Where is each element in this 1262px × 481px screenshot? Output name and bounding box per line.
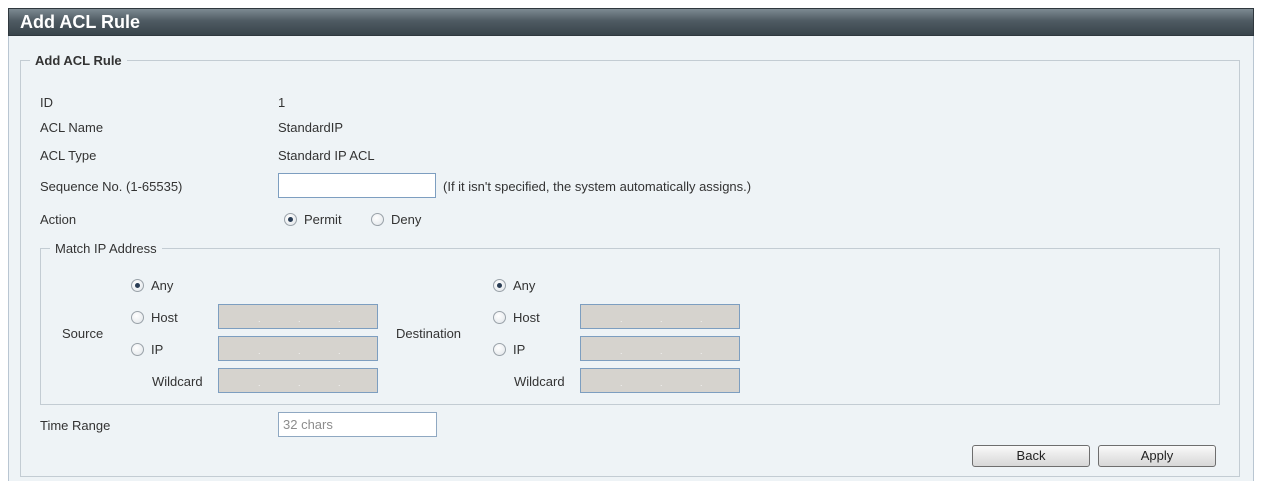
source-ip-radio[interactable] [131,343,144,356]
destination-wildcard-input[interactable]: ... [580,368,740,393]
source-wildcard-input[interactable]: ... [218,368,378,393]
source-host-label: Host [151,310,178,325]
action-permit-label: Permit [304,212,342,227]
destination-ip-label: IP [513,342,526,357]
time-range-label: Time Range [40,418,111,433]
id-label: ID [40,95,53,110]
time-range-input[interactable] [278,412,437,437]
destination-ip-radio[interactable] [493,343,506,356]
source-label: Source [62,326,104,341]
destination-host-radio[interactable] [493,311,506,324]
match-ip-legend: Match IP Address [55,241,157,256]
sequence-label: Sequence No. (1-65535) [40,179,183,194]
destination-wildcard-label: Wildcard [514,374,565,389]
source-host-radio[interactable] [131,311,144,324]
back-button[interactable]: Back [972,445,1090,467]
destination-label: Destination [396,326,462,341]
sequence-hint: (If it isn't specified, the system autom… [443,179,752,194]
acl-type-label: ACL Type [40,148,97,163]
acl-name-value: StandardIP [278,120,344,135]
acl-name-label: ACL Name [40,120,104,135]
destination-host-label: Host [513,310,540,325]
destination-any-label: Any [513,278,536,293]
action-deny-radio[interactable] [371,213,384,226]
title-bar: Add ACL Rule [8,8,1254,36]
page-title: Add ACL Rule [20,12,140,32]
source-any-label: Any [151,278,174,293]
action-permit-radio[interactable] [284,213,297,226]
action-deny-label: Deny [391,212,422,227]
destination-ip-input[interactable]: ... [580,336,740,361]
section-legend: Add ACL Rule [35,53,122,68]
source-host-ip-input[interactable]: ... [218,304,378,329]
source-ip-label: IP [151,342,164,357]
source-wildcard-label: Wildcard [152,374,203,389]
destination-host-ip-input[interactable]: ... [580,304,740,329]
acl-type-value: Standard IP ACL [278,148,375,163]
sequence-input[interactable] [278,173,436,198]
source-any-radio[interactable] [131,279,144,292]
destination-any-radio[interactable] [493,279,506,292]
id-value: 1 [278,95,286,110]
apply-button[interactable]: Apply [1098,445,1216,467]
source-ip-input[interactable]: ... [218,336,378,361]
action-label: Action [40,212,77,227]
